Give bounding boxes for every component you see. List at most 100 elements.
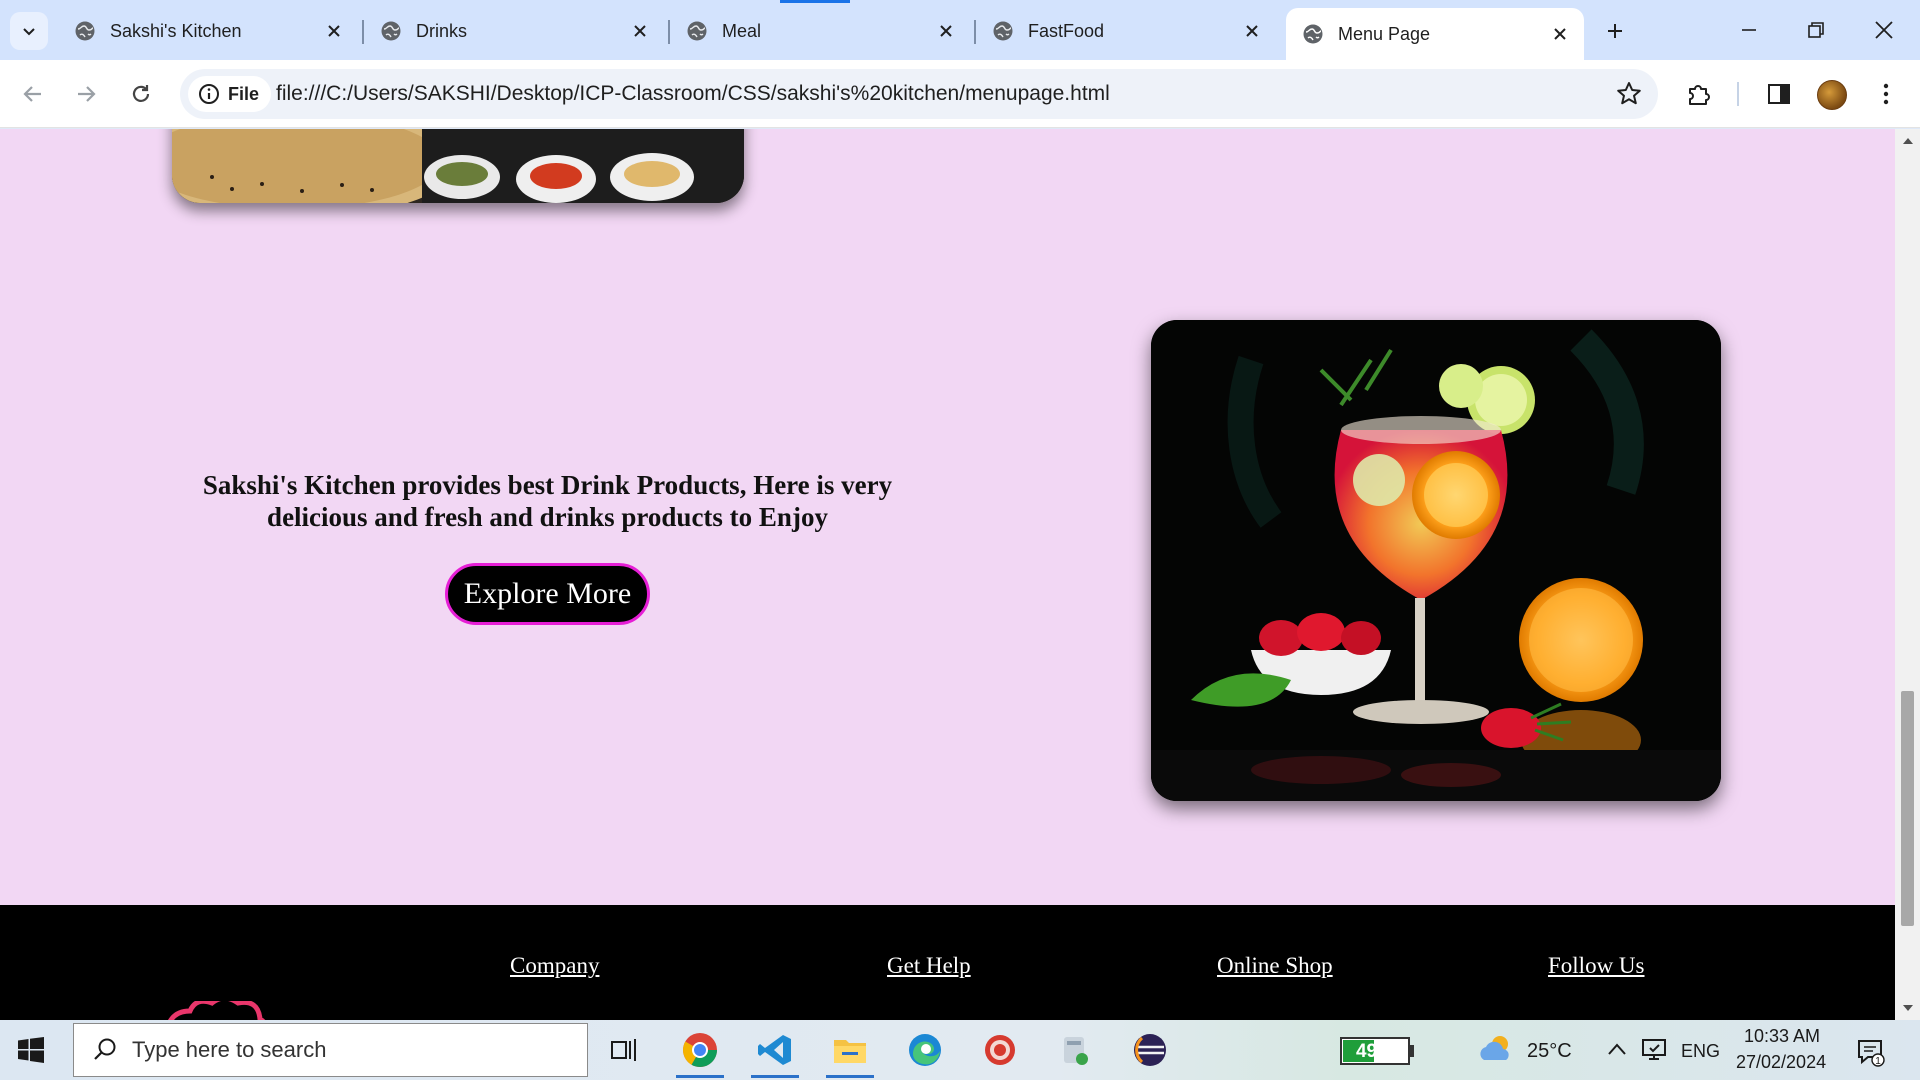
notification-count: 1 bbox=[1875, 1056, 1881, 1067]
arrow-left-icon bbox=[23, 86, 41, 102]
extensions-button[interactable] bbox=[1681, 76, 1717, 112]
side-panel-icon bbox=[1768, 84, 1790, 104]
tab-label: Drinks bbox=[416, 20, 468, 41]
browser-toolbar: File file:///C:/Users/SAKSHI/Desktop/ICP… bbox=[0, 60, 1920, 128]
taskbar-vscode[interactable] bbox=[745, 1026, 805, 1078]
menu-button[interactable] bbox=[1868, 76, 1904, 112]
clock-time[interactable]: 10:33 AM bbox=[1744, 1026, 1820, 1047]
taskbar-file-explorer[interactable] bbox=[820, 1026, 880, 1078]
taskbar-installer-app[interactable] bbox=[1045, 1026, 1105, 1074]
minimize-icon bbox=[1742, 29, 1756, 31]
scroll-thumb[interactable] bbox=[1901, 691, 1914, 926]
footer-link-get-help[interactable]: Get Help bbox=[887, 953, 971, 979]
installer-icon bbox=[1064, 1037, 1088, 1065]
puzzle-icon bbox=[1689, 85, 1710, 105]
food-platter-graphic bbox=[172, 129, 744, 203]
close-icon[interactable] bbox=[630, 21, 650, 41]
scroll-up-icon[interactable] bbox=[1901, 135, 1914, 145]
battery-percentage: 49% bbox=[1355, 1041, 1395, 1062]
forward-button[interactable] bbox=[66, 74, 106, 114]
bookmark-star-icon[interactable] bbox=[1616, 81, 1642, 107]
taskbar-chrome[interactable] bbox=[670, 1026, 730, 1078]
scroll-down-icon[interactable] bbox=[1901, 1003, 1914, 1013]
close-icon[interactable] bbox=[936, 21, 956, 41]
tab-label: Sakshi's Kitchen bbox=[110, 20, 242, 41]
page-scrollbar[interactable] bbox=[1895, 129, 1920, 1020]
close-window-button[interactable] bbox=[1857, 8, 1911, 52]
folder-icon bbox=[834, 1040, 866, 1063]
close-icon[interactable] bbox=[1242, 21, 1262, 41]
explore-more-button[interactable]: Explore More bbox=[445, 563, 650, 625]
taskbar-media-app[interactable] bbox=[970, 1026, 1030, 1074]
more-vertical-icon bbox=[1883, 83, 1889, 105]
site-info-label: File bbox=[228, 83, 260, 104]
taskbar-search-box[interactable]: Type here to search bbox=[73, 1023, 588, 1077]
vscode-icon bbox=[758, 1035, 791, 1065]
globe-icon bbox=[381, 21, 401, 41]
tab-drinks[interactable]: Drinks bbox=[364, 10, 664, 52]
restore-icon bbox=[1808, 22, 1824, 38]
tab-label: Meal bbox=[722, 20, 762, 41]
battery-terminal bbox=[1410, 1045, 1414, 1057]
globe-icon bbox=[1303, 24, 1323, 44]
taskbar-edge[interactable] bbox=[895, 1026, 955, 1074]
battery-indicator[interactable]: 49% bbox=[1340, 1037, 1410, 1065]
footer-link-company[interactable]: Company bbox=[510, 953, 599, 979]
partly-cloudy-icon[interactable] bbox=[1478, 1034, 1516, 1064]
page-viewport: Sakshi's Kitchen provides best Drink Pro… bbox=[0, 129, 1895, 1020]
eclipse-icon bbox=[1134, 1034, 1166, 1066]
kitchen-logo-icon bbox=[168, 1001, 266, 1020]
tab-search-button[interactable] bbox=[10, 12, 48, 50]
address-bar[interactable]: File file:///C:/Users/SAKSHI/Desktop/ICP… bbox=[180, 69, 1658, 119]
edge-icon bbox=[909, 1034, 941, 1066]
reload-button[interactable] bbox=[121, 74, 161, 114]
close-icon bbox=[1875, 21, 1893, 39]
toolbar-divider bbox=[1737, 82, 1739, 106]
globe-icon bbox=[75, 21, 95, 41]
windows-taskbar: Type here to search 49% 25°C ENG 10:33 A… bbox=[0, 1020, 1920, 1080]
close-icon[interactable] bbox=[324, 21, 344, 41]
close-icon[interactable] bbox=[1550, 24, 1570, 44]
network-icon[interactable] bbox=[1640, 1036, 1668, 1062]
footer-link-online-shop[interactable]: Online Shop bbox=[1217, 953, 1333, 979]
site-footer: Company Get Help Online Shop Follow Us bbox=[0, 905, 1895, 1020]
tab-meal[interactable]: Meal bbox=[670, 10, 970, 52]
tab-loading-indicator bbox=[780, 0, 850, 3]
profile-avatar[interactable] bbox=[1817, 80, 1847, 110]
globe-icon bbox=[993, 21, 1013, 41]
record-icon bbox=[985, 1035, 1015, 1065]
new-tab-button[interactable] bbox=[1598, 14, 1632, 48]
clock-date[interactable]: 27/02/2024 bbox=[1736, 1052, 1826, 1073]
windows-start-icon[interactable] bbox=[18, 1037, 44, 1063]
info-icon bbox=[199, 84, 219, 104]
input-language[interactable]: ENG bbox=[1681, 1041, 1720, 1062]
tab-strip: Sakshi's Kitchen Drinks Meal FastFood Me… bbox=[0, 0, 1920, 60]
back-button[interactable] bbox=[13, 74, 53, 114]
cocktail-image bbox=[1151, 320, 1721, 801]
minimize-button[interactable] bbox=[1722, 8, 1776, 52]
chrome-icon bbox=[683, 1033, 717, 1067]
task-view-icon bbox=[611, 1039, 636, 1061]
search-placeholder: Type here to search bbox=[132, 1037, 327, 1062]
tab-fastfood[interactable]: FastFood bbox=[976, 10, 1276, 52]
weather-temperature[interactable]: 25°C bbox=[1527, 1040, 1572, 1063]
tab-label: Menu Page bbox=[1338, 23, 1431, 44]
food-platter-image bbox=[172, 129, 744, 203]
site-info-chip[interactable]: File bbox=[188, 76, 272, 112]
taskbar-eclipse[interactable] bbox=[1120, 1026, 1180, 1074]
task-view-button[interactable] bbox=[594, 1026, 654, 1074]
chevron-up-icon[interactable] bbox=[1607, 1042, 1627, 1056]
tab-label: FastFood bbox=[1028, 20, 1105, 41]
restore-button[interactable] bbox=[1789, 8, 1843, 52]
chevron-down-icon bbox=[23, 28, 35, 36]
cocktail-graphic bbox=[1151, 320, 1721, 801]
globe-icon bbox=[687, 21, 707, 41]
notification-icon[interactable]: 1 bbox=[1856, 1037, 1886, 1067]
tab-menu-page[interactable]: Menu Page bbox=[1286, 8, 1584, 60]
search-icon bbox=[94, 1038, 116, 1060]
footer-link-follow-us[interactable]: Follow Us bbox=[1548, 953, 1645, 979]
url-text[interactable]: file:///C:/Users/SAKSHI/Desktop/ICP-Clas… bbox=[276, 82, 1110, 106]
side-panel-button[interactable] bbox=[1761, 76, 1797, 112]
tab-sakshis-kitchen[interactable]: Sakshi's Kitchen bbox=[58, 10, 358, 52]
arrow-right-icon bbox=[78, 86, 96, 102]
